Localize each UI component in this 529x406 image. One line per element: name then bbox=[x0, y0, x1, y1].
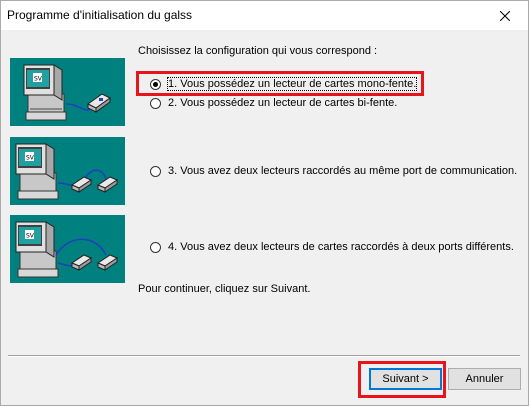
svg-text:SV: SV bbox=[26, 155, 35, 162]
intro-text: Choisissez la configuration qui vous cor… bbox=[138, 45, 378, 57]
next-button[interactable]: Suivant > bbox=[369, 368, 442, 390]
close-icon bbox=[500, 10, 510, 21]
option-label: 3. Vous avez deux lecteurs raccordés au … bbox=[168, 165, 518, 177]
option-mono-slot[interactable]: 1. Vous possédez un lecteur de cartes mo… bbox=[150, 77, 418, 91]
option-bi-slot[interactable]: 2. Vous possédez un lecteur de cartes bi… bbox=[150, 97, 397, 109]
svg-text:SV: SV bbox=[26, 233, 35, 240]
computer-icon: SV bbox=[15, 221, 59, 278]
title-bar[interactable]: Programme d'initialisation du galss bbox=[1, 1, 528, 30]
card-reader-icon bbox=[70, 176, 93, 193]
card-reader-icon bbox=[96, 254, 119, 271]
radio-button[interactable] bbox=[150, 97, 161, 109]
option-label: 1. Vous possédez un lecteur de cartes mo… bbox=[166, 77, 418, 91]
illustration-single-slot-reader: SV bbox=[10, 58, 125, 126]
radio-button-checked[interactable] bbox=[150, 78, 161, 90]
radio-button[interactable] bbox=[150, 241, 161, 253]
card-reader-icon bbox=[96, 176, 119, 193]
option-two-readers-same-port[interactable]: 3. Vous avez deux lecteurs raccordés au … bbox=[150, 165, 517, 177]
cancel-button[interactable]: Annuler bbox=[448, 368, 521, 390]
computer-icon: SV bbox=[23, 64, 67, 121]
footer-separator bbox=[8, 355, 520, 357]
setup-window: Programme d'initialisation du galss Choi… bbox=[0, 0, 529, 406]
close-button[interactable] bbox=[482, 1, 528, 30]
option-label: 2. Vous possédez un lecteur de cartes bi… bbox=[168, 97, 398, 109]
option-label: 4. Vous avez deux lecteurs de cartes rac… bbox=[168, 241, 514, 253]
svg-text:SV: SV bbox=[34, 76, 43, 83]
illustration-two-readers-different-ports: SV bbox=[10, 215, 125, 283]
window-title: Programme d'initialisation du galss bbox=[7, 8, 193, 22]
card-reader-icon bbox=[70, 254, 93, 271]
card-reader-icon bbox=[87, 93, 111, 113]
computer-icon: SV bbox=[15, 143, 59, 200]
radio-button[interactable] bbox=[150, 165, 161, 177]
illustration-two-readers-same-port: SV bbox=[10, 137, 125, 205]
continue-instruction: Pour continuer, cliquez sur Suivant. bbox=[138, 283, 311, 295]
option-two-readers-different-ports[interactable]: 4. Vous avez deux lecteurs de cartes rac… bbox=[150, 241, 514, 253]
